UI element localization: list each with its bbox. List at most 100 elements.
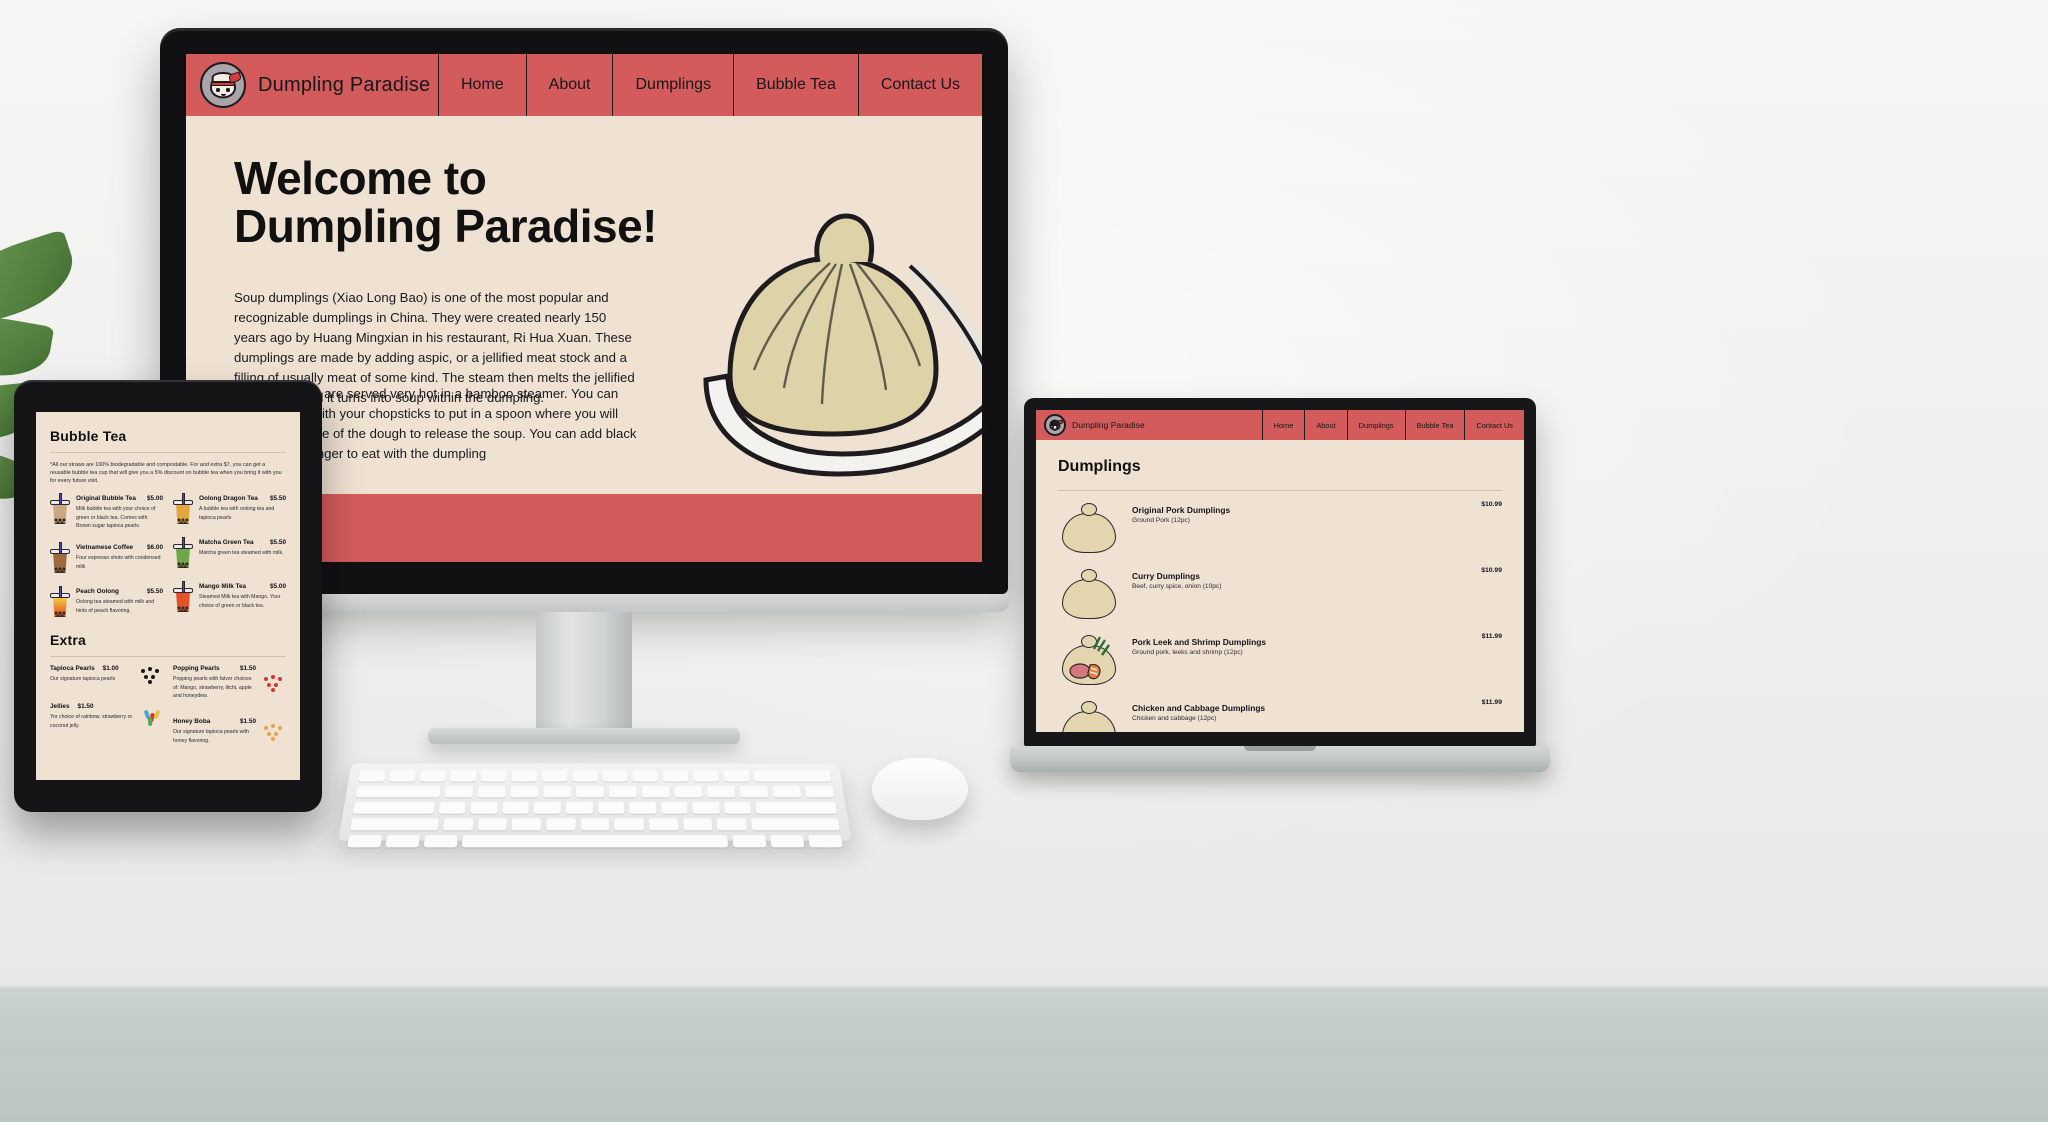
website-bubble-tea-page: Bubble Tea *All our straws are 100% biod… (36, 412, 300, 780)
boba-cup-icon (173, 537, 193, 569)
leaf-icon (0, 229, 84, 329)
divider (50, 656, 286, 658)
nav-item-dumplings[interactable]: Dumplings (612, 54, 733, 116)
navbar: Dumpling Paradise Home About Dumplings B… (186, 54, 982, 116)
table-row[interactable]: Original Pork Dumplings Ground Pork (12p… (1058, 495, 1502, 561)
item-description: Steamed Milk tea with Mango. Your choice… (199, 594, 281, 609)
item-price: $11.99 (1481, 633, 1502, 640)
item-name: Honey Boba (173, 718, 211, 726)
item-name: Oolong Dragon Tea (199, 495, 258, 503)
menu-item[interactable]: Popping Pearls $1.50 Popping pearls with… (173, 665, 286, 700)
dumpling-icon (1058, 697, 1120, 732)
item-price: $5.00 (147, 495, 163, 503)
item-description: Chicken and cabbage (12pc) (1132, 715, 1217, 722)
menu-item[interactable]: Jellies $1.50 Yor choice of rainbow, str… (50, 703, 163, 730)
laptop-device: Dumpling Paradise Home About Dumplings B… (1010, 398, 1550, 828)
brand[interactable]: Dumpling Paradise (1044, 410, 1262, 440)
item-description: Ground pork, leeks and shrimp (12pc) (1132, 649, 1243, 656)
menu-item[interactable]: Oolong Dragon Tea $5.50 A bubble tea wit… (173, 493, 286, 525)
item-price: $5.50 (270, 495, 286, 503)
monitor-stand (536, 612, 632, 732)
item-description: Matcha green tea steamed with milk. (199, 550, 284, 557)
item-price: $10.99 (1481, 567, 1502, 574)
menu-item[interactable]: Original Bubble Tea $5.00 Milk bubble te… (50, 493, 163, 530)
dumpling-mascot-icon (1044, 414, 1066, 436)
menu-item[interactable]: Tapioca Pearls $1.00 Our signature tapio… (50, 665, 163, 685)
extra-column-right: Popping Pearls $1.50 Popping pearls with… (173, 665, 286, 745)
bubble-tea-note: *All our straws are 100% biodegradable a… (50, 462, 282, 485)
nav-item-home[interactable]: Home (437, 54, 526, 116)
item-description: Popping pearls with falvor choices of: M… (173, 676, 252, 699)
website-dumplings-page: Dumpling Paradise Home About Dumplings B… (1036, 410, 1524, 732)
boba-cup-icon (50, 542, 70, 574)
item-name: Vietnamese Coffee (76, 544, 134, 552)
bubble-tea-column-right: Oolong Dragon Tea $5.50 A bubble tea wit… (173, 493, 286, 618)
bubble-tea-heading: Bubble Tea (50, 428, 127, 444)
nav-item-home[interactable]: Home (1261, 410, 1305, 440)
item-price: $1.00 (102, 665, 119, 673)
dumplings-menu: Dumplings Original Pork Dumplings Ground… (1036, 440, 1524, 732)
item-description: Our signature tapioca pearls with honey … (173, 729, 249, 744)
nav-item-dumplings[interactable]: Dumplings (1346, 410, 1405, 440)
nav-item-bubble-tea[interactable]: Bubble Tea (1404, 410, 1465, 440)
item-name: Tapioca Pearls (50, 665, 95, 673)
tablet-device: Bubble Tea *All our straws are 100% biod… (14, 380, 322, 812)
jelly-sticks-icon (141, 707, 163, 727)
tablet-screen: Bubble Tea *All our straws are 100% biod… (36, 412, 300, 780)
item-name: Matcha Green Tea (199, 539, 254, 547)
leaf-icon (0, 309, 55, 385)
menu-item[interactable]: Honey Boba $1.50 Our signature tapioca p… (173, 718, 286, 745)
nav-links: Home About Dumplings Bubble Tea Contact … (1261, 410, 1524, 440)
menu-item[interactable]: Mango Milk Tea $5.00 Steamed Milk tea wi… (173, 581, 286, 613)
pearl-cluster-icon (139, 665, 163, 685)
nav-item-about[interactable]: About (525, 54, 613, 116)
menu-item[interactable]: Peach Oolong $5.50 Oolong tea steamed wi… (50, 586, 163, 618)
dumpling-with-fillings-icon (1058, 631, 1120, 687)
pearl-cluster-icon (262, 722, 286, 742)
item-name: Mango Milk Tea (199, 583, 247, 591)
item-description: Oolong tea steamed with milk and hints o… (76, 599, 155, 614)
boba-cup-icon (173, 581, 193, 613)
nav-item-contact-us[interactable]: Contact Us (1464, 410, 1524, 440)
item-price: $1.50 (240, 718, 256, 726)
item-description: Ground Pork (12pc) (1132, 517, 1190, 524)
navbar: Dumpling Paradise Home About Dumplings B… (1036, 410, 1524, 440)
dumpling-icon (1058, 565, 1120, 621)
item-price: $5.00 (270, 583, 286, 591)
item-price: $5.50 (147, 588, 163, 596)
table-row[interactable]: Pork Leek and Shrimp Dumplings Ground po… (1058, 627, 1502, 693)
monitor-foot (428, 728, 740, 744)
table-row[interactable]: Chicken and Cabbage Dumplings Chicken an… (1058, 693, 1502, 732)
extra-menu: Tapioca Pearls $1.00 Our signature tapio… (50, 665, 286, 745)
soup-dumpling-on-spoon-illustration (703, 213, 982, 477)
item-price: $1.50 (77, 703, 94, 711)
device-mockup-scene: Dumpling Paradise Home About Dumplings B… (0, 0, 2048, 1122)
bubble-tea-menu: Original Bubble Tea $5.00 Milk bubble te… (50, 493, 286, 618)
item-name: Original Bubble Tea (76, 495, 136, 503)
menu-item[interactable]: Matcha Green Tea $5.50 Matcha green tea … (173, 537, 286, 569)
dumpling-icon (1058, 499, 1120, 555)
item-description: Milk bubble tea with your choice of gree… (76, 506, 156, 529)
desk-surface (0, 985, 2048, 1122)
item-name: Jellies (50, 703, 70, 711)
divider (1058, 490, 1502, 491)
item-description: Four espresso shots with condensed milk (76, 555, 161, 570)
nav-item-contact-us[interactable]: Contact Us (857, 54, 982, 116)
extra-column-left: Tapioca Pearls $1.00 Our signature tapio… (50, 665, 163, 745)
dumplings-heading: Dumplings (1058, 458, 1141, 475)
item-price: $6.00 (147, 544, 163, 552)
mouse[interactable] (872, 758, 968, 820)
keyboard[interactable] (338, 763, 852, 848)
item-name: Pork Leek and Shrimp Dumplings (1132, 637, 1267, 647)
nav-item-about[interactable]: About (1304, 410, 1346, 440)
boba-cup-icon (50, 493, 70, 525)
brand[interactable]: Dumpling Paradise (200, 54, 438, 116)
item-description: Our signature tapioca pearls (50, 676, 116, 683)
menu-item[interactable]: Vietnamese Coffee $6.00 Four espresso sh… (50, 542, 163, 574)
boba-cup-icon (50, 586, 70, 618)
desk-edge (0, 985, 2048, 991)
table-row[interactable]: Curry Dumplings Beef, curry spice, onion… (1058, 561, 1502, 627)
item-name: Curry Dumplings (1132, 571, 1200, 581)
nav-item-bubble-tea[interactable]: Bubble Tea (733, 54, 858, 116)
item-price: $1.50 (240, 665, 256, 673)
